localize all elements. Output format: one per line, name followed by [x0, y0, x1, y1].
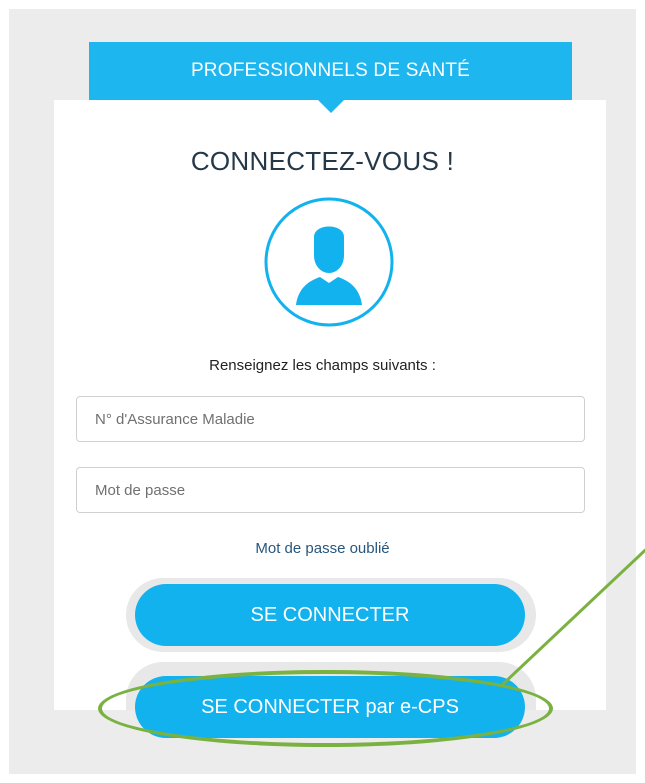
insurance-number-field[interactable] — [76, 396, 585, 442]
ecps-connect-button[interactable]: SE CONNECTER par e-CPS — [135, 676, 525, 738]
forgot-password-link[interactable]: Mot de passe oublié — [0, 540, 645, 557]
section-header: PROFESSIONNELS DE SANTÉ — [89, 42, 572, 113]
connect-button[interactable]: SE CONNECTER — [135, 584, 525, 646]
header-pointer-arrow — [317, 100, 344, 113]
password-field[interactable] — [76, 467, 585, 513]
login-title: CONNECTEZ-VOUS ! — [190, 146, 455, 176]
section-header-title: PROFESSIONNELS DE SANTÉ — [190, 60, 471, 81]
user-silhouette-icon — [264, 197, 394, 327]
form-instructions: Renseignez les champs suivants : — [209, 357, 436, 374]
